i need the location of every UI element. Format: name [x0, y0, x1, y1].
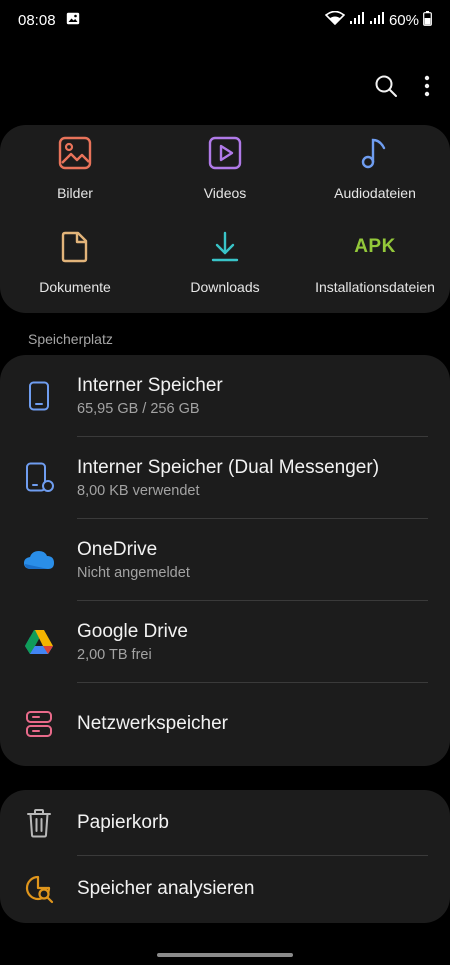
- network-storage-icon: [22, 707, 56, 741]
- signal-icon: [349, 11, 365, 29]
- category-label: Dokumente: [39, 279, 111, 295]
- storage-item-title: Netzwerkspeicher: [77, 713, 228, 734]
- image-icon: [57, 135, 93, 171]
- category-installation-files[interactable]: APK Installationsdateien: [300, 219, 450, 313]
- onedrive-icon: [22, 543, 56, 577]
- document-icon: [57, 229, 93, 265]
- gesture-navigation-bar[interactable]: [157, 953, 293, 957]
- storage-item-subtitle: 2,00 TB frei: [77, 647, 152, 663]
- download-icon: [207, 229, 243, 265]
- dual-messenger-phone-icon: [22, 461, 56, 495]
- utilities-card: Papierkorb Speicher analysieren: [0, 790, 450, 923]
- category-label: Audiodateien: [334, 185, 416, 201]
- storage-item-subtitle: 8,00 KB verwendet: [77, 483, 200, 499]
- storage-item-title: Google Drive: [77, 621, 188, 642]
- section-title-storage: Speicherplatz: [28, 331, 113, 347]
- battery-icon: [423, 10, 432, 30]
- phone-icon: [22, 379, 56, 413]
- category-images[interactable]: Bilder: [0, 125, 150, 219]
- storage-analyze-icon: [22, 872, 56, 906]
- music-note-icon: [357, 135, 393, 171]
- trash-item[interactable]: Papierkorb: [0, 790, 450, 856]
- category-audio[interactable]: Audiodateien: [300, 125, 450, 219]
- google-drive-icon: [22, 625, 56, 659]
- video-icon: [207, 135, 243, 171]
- trash-icon: [22, 806, 56, 840]
- category-label: Downloads: [190, 279, 260, 295]
- gallery-notification-icon: [66, 12, 80, 29]
- storage-item-dual-messenger[interactable]: Interner Speicher (Dual Messenger) 8,00 …: [0, 437, 450, 519]
- battery-percentage: 60%: [388, 11, 419, 29]
- storage-item-subtitle: Nicht angemeldet: [77, 565, 190, 581]
- category-label: Videos: [203, 185, 247, 201]
- storage-item-title: OneDrive: [77, 539, 158, 560]
- category-documents[interactable]: Dokumente: [0, 219, 150, 313]
- storage-card: Interner Speicher 65,95 GB / 256 GB Inte…: [0, 355, 450, 766]
- analyze-storage-item[interactable]: Speicher analysieren: [0, 856, 450, 922]
- top-toolbar: [374, 70, 430, 106]
- apk-icon: APK: [354, 236, 396, 257]
- status-time: 08:08: [18, 11, 56, 29]
- storage-item-onedrive[interactable]: OneDrive Nicht angemeldet: [0, 519, 450, 601]
- category-label: Bilder: [57, 185, 93, 201]
- category-videos[interactable]: Videos: [150, 125, 300, 219]
- category-label: Installationsdateien: [315, 279, 435, 295]
- search-icon[interactable]: [374, 74, 398, 103]
- more-options-icon[interactable]: [424, 75, 430, 102]
- storage-item-subtitle: 65,95 GB / 256 GB: [77, 401, 200, 417]
- storage-item-internal[interactable]: Interner Speicher 65,95 GB / 256 GB: [0, 355, 450, 437]
- wifi-icon: [324, 10, 346, 29]
- status-bar: 08:08 60%: [0, 0, 450, 40]
- category-downloads[interactable]: Downloads: [150, 219, 300, 313]
- storage-item-title: Interner Speicher (Dual Messenger): [77, 457, 380, 478]
- storage-item-title: Interner Speicher: [77, 375, 223, 396]
- analyze-storage-label: Speicher analysieren: [77, 878, 255, 899]
- trash-label: Papierkorb: [77, 812, 169, 833]
- categories-card: Bilder Videos Audiodateien Dokumente Dow…: [0, 125, 450, 313]
- signal-icon: [369, 11, 385, 29]
- storage-item-network[interactable]: Netzwerkspeicher: [0, 683, 450, 765]
- storage-item-google-drive[interactable]: Google Drive 2,00 TB frei: [0, 601, 450, 683]
